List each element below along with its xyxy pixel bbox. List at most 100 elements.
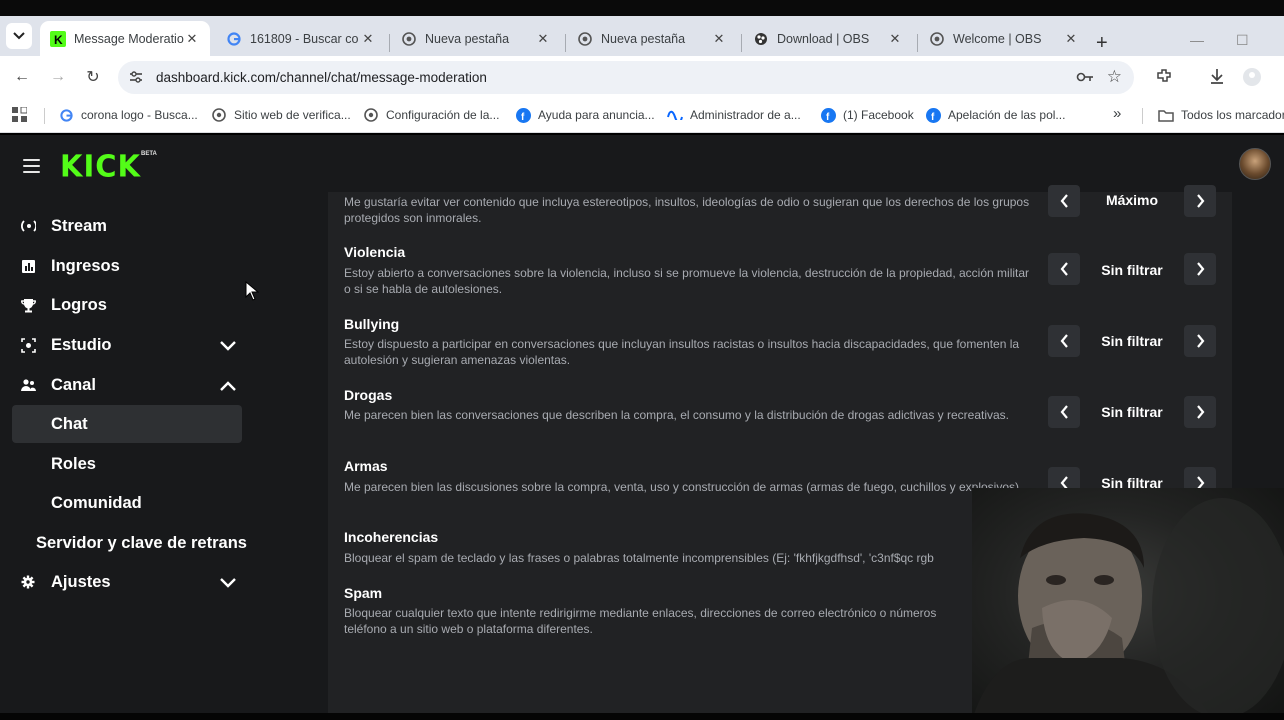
- back-arrow-icon[interactable]: ←: [11, 66, 33, 88]
- browser-tab-strip: K Message Moderatio ✕ 161809 - Buscar co…: [0, 16, 1284, 56]
- bullying-title: Bullying: [344, 316, 400, 332]
- sidebar-item-servidor[interactable]: Servidor y clave de retrans: [12, 524, 312, 562]
- bookmark-label: corona logo - Busca...: [81, 108, 198, 122]
- apps-grid-icon[interactable]: [12, 107, 27, 122]
- sidebar-item-label: Logros: [51, 295, 107, 314]
- bookmarks-overflow-button[interactable]: »: [1113, 105, 1121, 122]
- sidebar-item-label: Chat: [51, 414, 88, 433]
- new-tab-button[interactable]: +: [1096, 32, 1108, 55]
- sidebar-item-estudio[interactable]: Estudio: [12, 326, 242, 364]
- bookmark-label: (1) Facebook: [843, 108, 914, 122]
- dashboard-sidebar: Stream Ingresos Logros Estudio Canal Cha…: [0, 192, 328, 713]
- sidebar-item-canal[interactable]: Canal: [12, 366, 242, 404]
- decrease-bullying-filter-button[interactable]: [1048, 325, 1080, 357]
- close-icon[interactable]: ✕: [887, 31, 903, 47]
- kick-logo[interactable]: KICK: [60, 148, 141, 184]
- close-icon[interactable]: ✕: [535, 31, 551, 47]
- increase-violence-filter-button[interactable]: [1184, 253, 1216, 285]
- increase-drugs-filter-button[interactable]: [1184, 396, 1216, 428]
- chart-icon: [20, 258, 36, 274]
- tab-download-obs[interactable]: Download | OBS ✕: [743, 21, 913, 56]
- bookmark-item[interactable]: Sitio web de verifica...: [211, 107, 351, 123]
- chrome-icon: [929, 31, 945, 47]
- chevron-down-icon[interactable]: [220, 574, 236, 593]
- address-bar[interactable]: dashboard.kick.com/channel/chat/message-…: [118, 61, 1134, 94]
- sidebar-item-label: Canal: [51, 375, 96, 394]
- site-info-icon[interactable]: [128, 69, 144, 90]
- close-icon[interactable]: ✕: [711, 31, 727, 47]
- chevron-right-icon: [1196, 334, 1204, 348]
- webcam-overlay: [972, 488, 1284, 720]
- gibberish-description: Bloquear el spam de teclado y las frases…: [344, 551, 934, 565]
- download-icon[interactable]: [1208, 67, 1226, 90]
- tab-message-moderation[interactable]: K Message Moderatio ✕: [40, 21, 210, 56]
- bookmark-item[interactable]: Configuración de la...: [363, 107, 499, 123]
- hamburger-menu-icon[interactable]: [23, 159, 40, 177]
- bullying-description: Estoy dispuesto a participar en conversa…: [344, 337, 1020, 367]
- bookmark-item[interactable]: f Ayuda para anuncia...: [515, 107, 655, 123]
- password-key-icon[interactable]: [1076, 70, 1094, 89]
- user-avatar[interactable]: [1239, 148, 1271, 180]
- decrease-hate-filter-button[interactable]: [1048, 185, 1080, 217]
- bookmarks-divider: [44, 108, 45, 124]
- sidebar-item-comunidad[interactable]: Comunidad: [12, 484, 242, 522]
- svg-text:K: K: [54, 33, 63, 47]
- sidebar-item-roles[interactable]: Roles: [12, 445, 242, 483]
- tab-separator: [389, 34, 390, 52]
- sidebar-item-stream[interactable]: Stream: [12, 207, 242, 245]
- forward-arrow-icon[interactable]: →: [47, 66, 69, 88]
- violence-filter-level: Sin filtrar: [1101, 262, 1163, 278]
- profile-icon[interactable]: [1242, 67, 1262, 92]
- drugs-description: Me parecen bien las conversaciones que d…: [344, 408, 1010, 422]
- tab-title: 161809 - Buscar co: [250, 31, 359, 46]
- maximize-icon[interactable]: ☐: [1236, 32, 1249, 49]
- obs-icon: [753, 31, 769, 47]
- mouse-cursor-icon: [245, 281, 259, 301]
- facebook-icon: f: [820, 107, 836, 123]
- studio-icon: [20, 337, 36, 353]
- bookmark-item[interactable]: f (1) Facebook: [820, 107, 914, 123]
- sidebar-item-logros[interactable]: Logros: [12, 286, 242, 324]
- all-bookmarks-folder[interactable]: Todos los marcador: [1158, 107, 1284, 123]
- weapons-description: Me parecen bien las discusiones sobre la…: [344, 480, 1023, 494]
- bookmark-star-icon[interactable]: ☆: [1107, 67, 1122, 87]
- tab-new-tab[interactable]: Nueva pestaña ✕: [391, 21, 561, 56]
- bookmark-label: Configuración de la...: [386, 108, 500, 122]
- sidebar-item-label: Servidor y clave de retrans: [36, 533, 247, 552]
- minimize-icon[interactable]: —: [1190, 32, 1204, 48]
- bookmark-item[interactable]: Administrador de a...: [667, 107, 801, 123]
- sidebar-item-label: Estudio: [51, 335, 112, 354]
- tab-search-button[interactable]: [6, 23, 32, 49]
- decrease-drugs-filter-button[interactable]: [1048, 396, 1080, 428]
- bookmark-item[interactable]: f Apelación de las pol...: [925, 107, 1065, 123]
- tab-new-tab[interactable]: Nueva pestaña ✕: [567, 21, 737, 56]
- chevron-down-icon[interactable]: [220, 337, 236, 356]
- increase-hate-filter-button[interactable]: [1184, 185, 1216, 217]
- close-icon[interactable]: ✕: [1063, 31, 1079, 47]
- decrease-violence-filter-button[interactable]: [1048, 253, 1080, 285]
- drugs-filter-level: Sin filtrar: [1101, 404, 1163, 420]
- bookmark-label: Apelación de las pol...: [948, 108, 1066, 122]
- chevron-left-icon: [1060, 405, 1068, 419]
- chevron-up-icon[interactable]: [220, 377, 236, 396]
- increase-bullying-filter-button[interactable]: [1184, 325, 1216, 357]
- tab-welcome-obs[interactable]: Welcome | OBS ✕: [919, 21, 1089, 56]
- tab-google-search[interactable]: 161809 - Buscar co ✕: [216, 21, 386, 56]
- sidebar-item-ingresos[interactable]: Ingresos: [12, 247, 242, 285]
- sidebar-item-ajustes[interactable]: Ajustes: [12, 563, 242, 601]
- google-icon: [226, 31, 242, 47]
- trophy-icon: [20, 297, 36, 313]
- bookmark-item[interactable]: corona logo - Busca...: [58, 107, 198, 123]
- tab-title: Download | OBS: [777, 31, 870, 46]
- sidebar-item-label: Comunidad: [51, 493, 142, 512]
- extensions-icon[interactable]: [1155, 67, 1173, 90]
- violence-title: Violencia: [344, 244, 406, 260]
- bookmark-label: Administrador de a...: [690, 108, 801, 122]
- tab-title: Message Moderatio: [74, 31, 184, 46]
- chevron-left-icon: [1060, 334, 1068, 348]
- sidebar-item-chat[interactable]: Chat: [12, 405, 242, 443]
- reload-icon[interactable]: ↻: [82, 66, 104, 88]
- close-icon[interactable]: ✕: [184, 31, 200, 47]
- close-icon[interactable]: ✕: [360, 31, 376, 47]
- tab-title: Nueva pestaña: [425, 31, 510, 46]
